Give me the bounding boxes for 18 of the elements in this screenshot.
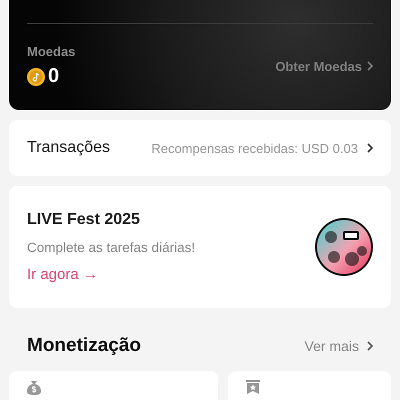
rewards-summary: Recompensas recebidas: USD 0.03 [151,140,358,156]
ball-drawing [314,217,374,277]
chevron-right-icon [367,61,373,71]
coins-label: Moedas [27,44,76,59]
money-bag-icon [27,380,41,395]
chevron-right-icon [367,341,373,351]
transactions-title: Transações [27,139,110,157]
go-now-link[interactable]: Ir agora → [27,266,98,282]
transactions-row[interactable]: Transações Recompensas recebidas: USD 0.03 [9,120,391,176]
badge-star-icon [246,380,260,394]
get-coins-link[interactable]: Obter Moedas [275,58,373,74]
see-more-link[interactable]: Ver mais [304,338,373,354]
promo-subtitle: Complete as tarefas diárias! [27,240,196,254]
coins-amount: 0 [48,65,60,88]
promo-title: LIVE Fest 2025 [27,210,141,228]
monetization-title: Monetização [27,335,142,357]
coin-icon [27,68,45,86]
chevron-right-icon [367,143,373,153]
